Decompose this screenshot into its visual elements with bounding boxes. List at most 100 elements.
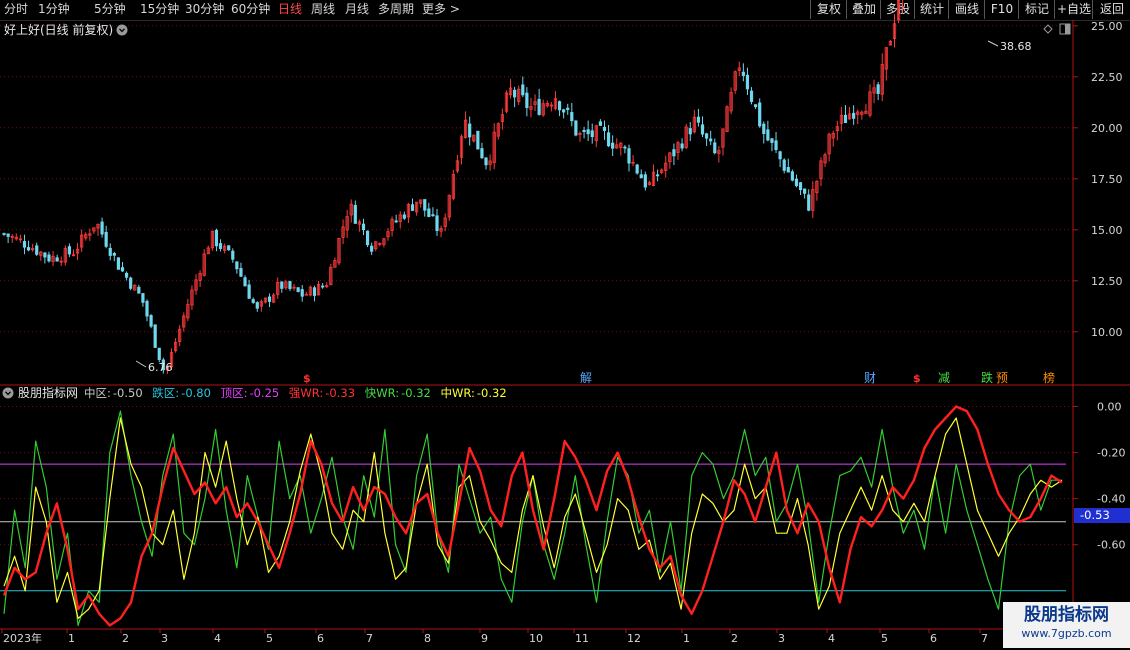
candle-body — [639, 174, 643, 179]
time-tick-label: 7 — [981, 632, 988, 645]
candle-body — [598, 121, 602, 126]
event-marker-unlock[interactable]: 解 — [580, 371, 592, 385]
price-panel-title: 好上好(日线 前复权) — [4, 22, 113, 37]
time-tick-label: 1 — [68, 632, 75, 645]
candle-body — [790, 171, 794, 181]
high-price-label: 38.68 — [1000, 40, 1032, 53]
legend-fall-label: 跌区: — [152, 386, 179, 400]
candle-body — [770, 138, 774, 143]
time-tick-label: 4 — [214, 632, 221, 645]
time-tick-label: 4 — [828, 632, 835, 645]
legend-fast-wr-value: -0.32 — [401, 386, 431, 400]
legend-top-label: 顶区: — [221, 386, 248, 400]
candle-body — [321, 285, 325, 288]
candle-body — [251, 299, 255, 303]
candle-body — [762, 123, 766, 134]
candle-body — [672, 149, 676, 157]
candle-body — [680, 143, 684, 149]
candle-body — [112, 253, 116, 256]
cursor-value-label: -0.53 — [1080, 508, 1110, 522]
candle-body — [476, 130, 480, 150]
candle-body — [627, 148, 631, 164]
candle-body — [227, 245, 231, 251]
candle-body — [6, 233, 10, 237]
event-marker-drop[interactable]: 跌 — [981, 370, 993, 385]
event-marker-dividend-2[interactable]: $ — [913, 372, 921, 385]
indicator-legend: 中区: -0.50 跌区: -0.80 顶区: -0.25 强WR: -0.33 快WR… — [84, 386, 507, 400]
candle-body — [586, 129, 590, 135]
price-y-axis: 10.0012.5015.0017.5020.0022.5025.0027.50… — [1073, 20, 1123, 339]
event-marker-financial[interactable]: 财 — [864, 371, 876, 385]
candle-body — [67, 246, 71, 255]
candle-body — [104, 231, 108, 247]
candle-body — [570, 112, 574, 122]
candle-body — [484, 157, 488, 166]
candle-body — [141, 293, 145, 303]
candle-body — [758, 102, 762, 127]
time-tick-label: 7 — [366, 632, 373, 645]
candle-body — [149, 315, 153, 327]
candle-body — [214, 229, 219, 247]
candle-body — [566, 107, 570, 110]
candle-body — [774, 140, 778, 151]
candle-body — [410, 204, 415, 211]
candle-body — [562, 109, 566, 113]
candle-body — [590, 130, 594, 138]
series-line-强WR — [2, 405, 1063, 627]
candle-body — [807, 194, 811, 211]
candle-body — [843, 114, 848, 123]
panel-toggle-icon-fill — [1065, 24, 1070, 34]
price-tick-label: 15.00 — [1091, 224, 1123, 237]
candle-body — [247, 284, 251, 299]
candle-body — [704, 133, 709, 139]
candle-body — [120, 267, 125, 272]
candle-body — [239, 268, 243, 277]
legend-top-value: -0.25 — [249, 386, 279, 400]
event-marker-ranking[interactable]: 榜 — [1043, 370, 1055, 385]
price-tick-label: 20.00 — [1091, 122, 1123, 135]
candle-body — [145, 300, 149, 317]
price-tick-label: 12.50 — [1091, 275, 1123, 288]
candle-body — [35, 245, 39, 255]
indicator-tick-label: 0.00 — [1097, 401, 1122, 414]
title-dropdown-icon[interactable] — [116, 24, 128, 36]
candle-body — [480, 148, 484, 159]
indicator-series — [2, 405, 1063, 627]
price-grid — [0, 25, 1073, 333]
candlestick-series — [2, 0, 904, 374]
candle-body — [116, 257, 121, 270]
candle-body — [26, 247, 31, 251]
candle-body — [2, 233, 6, 235]
price-tick-label: 22.50 — [1091, 71, 1123, 84]
candle-body — [700, 124, 705, 135]
legend-strong-wr-value: -0.33 — [325, 386, 355, 400]
candle-body — [574, 120, 578, 136]
candle-body — [231, 250, 235, 260]
candle-body — [218, 243, 223, 249]
legend-fall-value: -0.80 — [181, 386, 211, 400]
legend-fast-wr-label: 快WR: — [365, 386, 399, 400]
candle-body — [537, 98, 541, 115]
candle-body — [713, 142, 717, 154]
time-tick-label: 8 — [424, 632, 431, 645]
candle-body — [235, 261, 239, 270]
candle-body — [100, 221, 104, 235]
candle-body — [741, 71, 745, 76]
candle-body — [766, 129, 770, 141]
candle-body — [55, 257, 59, 262]
candle-body — [288, 281, 292, 290]
candle-body — [468, 123, 472, 138]
candle-body — [43, 252, 47, 258]
candle-body — [361, 223, 366, 231]
candle-body — [255, 302, 259, 309]
candle-body — [852, 112, 856, 119]
event-marker-forecast[interactable]: 预 — [996, 371, 1008, 385]
candle-body — [124, 272, 129, 278]
candle-body — [876, 84, 880, 94]
indicator-dropdown-icon[interactable] — [2, 387, 14, 399]
candle-body — [431, 214, 435, 217]
indicator-tick-label: -0.60 — [1097, 539, 1125, 552]
event-marker-dividend[interactable]: $ — [303, 372, 311, 385]
candle-body — [635, 164, 639, 174]
event-marker-reduce[interactable]: 减 — [938, 371, 950, 385]
